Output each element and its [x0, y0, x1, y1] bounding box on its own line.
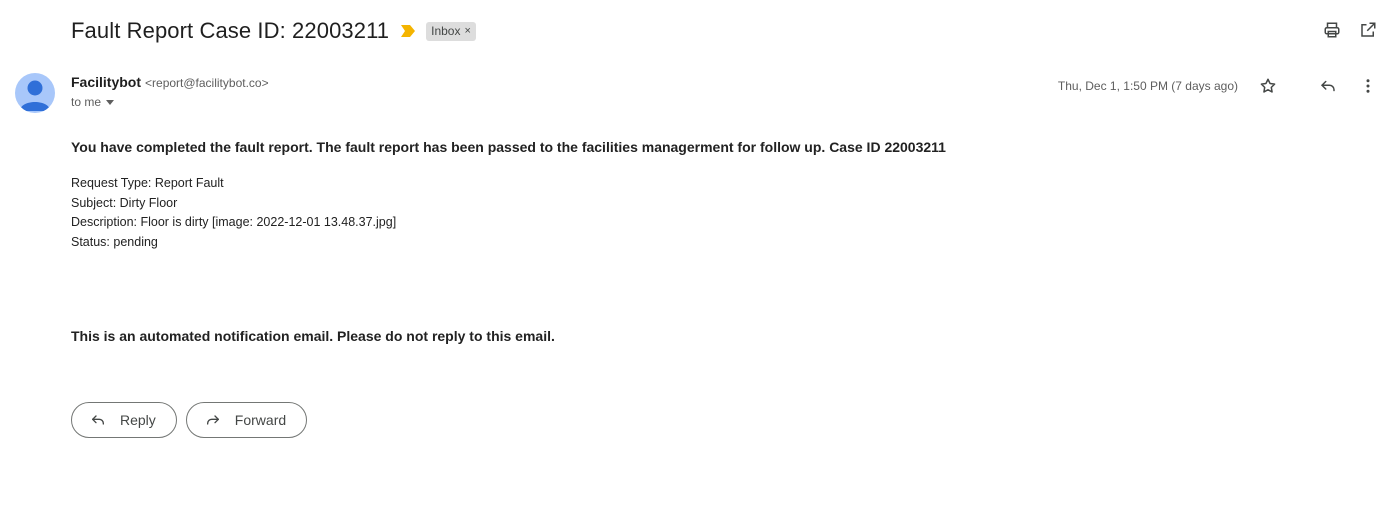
reply-button-label: Reply — [120, 412, 156, 428]
thread-actions — [1322, 20, 1378, 40]
inbox-label-text: Inbox — [431, 24, 461, 38]
automated-notice: This is an automated notification email.… — [71, 328, 555, 344]
report-details: Request Type: Report Fault Subject: Dirt… — [71, 174, 1351, 252]
more-vertical-icon[interactable] — [1358, 76, 1378, 96]
importance-marker-icon[interactable] — [401, 24, 417, 38]
detail-description: Description: Floor is dirty [image: 2022… — [71, 215, 397, 229]
sender-avatar[interactable] — [15, 73, 55, 113]
reply-icon — [92, 415, 104, 425]
person-icon — [20, 80, 50, 111]
message-headline: You have completed the fault report. The… — [71, 139, 946, 155]
message-meta: Thu, Dec 1, 1:50 PM (7 days ago) — [1058, 76, 1378, 96]
sender-email: <report@facilitybot.co> — [145, 76, 269, 90]
detail-subject: Subject: Dirty Floor — [71, 195, 178, 210]
sender-name[interactable]: Facilitybot — [71, 74, 141, 90]
print-icon[interactable] — [1322, 20, 1342, 40]
inbox-label-chip[interactable]: Inbox × — [426, 21, 476, 41]
star-icon[interactable] — [1258, 76, 1278, 96]
forward-icon — [206, 415, 219, 425]
sender-row: Facilitybot <report@facilitybot.co> — [71, 74, 269, 90]
reply-button[interactable]: Reply — [71, 402, 177, 438]
forward-button-label: Forward — [234, 412, 287, 428]
email-subject: Fault Report Case ID: 22003211 — [71, 18, 390, 43]
message-body: You have completed the fault report. The… — [71, 138, 1351, 252]
message-date: Thu, Dec 1, 1:50 PM (7 days ago) — [1057, 79, 1238, 93]
detail-request-type: Request Type: Report Fault — [71, 176, 224, 190]
remove-label-button[interactable]: × — [464, 25, 470, 37]
chevron-down-icon — [106, 99, 115, 105]
subject-row: Fault Report Case ID: 22003211 Inbox × — [71, 16, 476, 46]
forward-button[interactable]: Forward — [185, 402, 308, 438]
reply-bar: Reply Forward — [71, 402, 308, 438]
reply-icon[interactable] — [1318, 76, 1338, 96]
recipient-label: to me — [71, 95, 102, 109]
detail-status: Status: pending — [71, 234, 158, 249]
open-in-new-window-icon[interactable] — [1358, 20, 1378, 40]
recipient-details-toggle[interactable]: to me — [71, 95, 115, 109]
